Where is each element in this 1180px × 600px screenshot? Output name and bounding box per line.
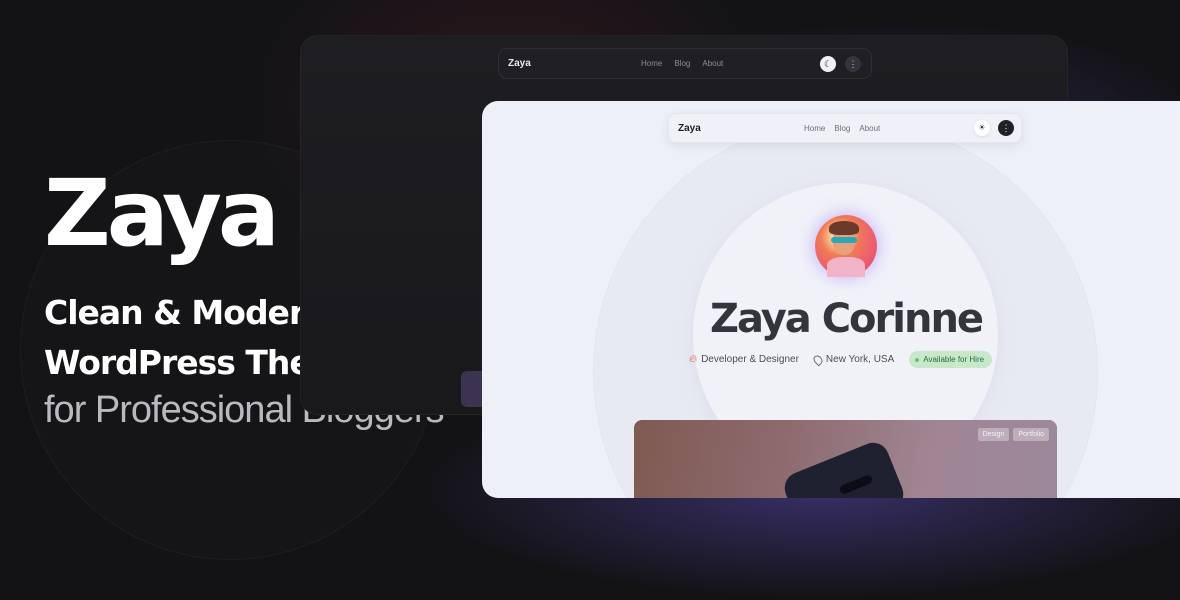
avatar-hair <box>829 221 859 235</box>
light-preview-nav-links: Home Blog About <box>804 124 880 133</box>
light-preview-logo[interactable]: Zaya <box>678 123 701 134</box>
status-dot-icon <box>915 357 920 362</box>
available-for-hire-badge[interactable]: Available for Hire <box>909 351 993 368</box>
profile-meta: 🔥︎ Developer & Designer New York, USA Av… <box>689 351 993 368</box>
profile-name: Zaya Corinne <box>709 296 984 342</box>
sun-icon[interactable]: ☀ <box>974 120 990 136</box>
dark-preview-nav-links: Home Blog About <box>641 59 723 68</box>
moon-icon[interactable]: ☾ <box>820 56 836 72</box>
light-nav-blog[interactable]: Blog <box>834 124 850 133</box>
tag-portfolio[interactable]: Portfolio <box>1013 428 1049 441</box>
dark-preview-edge <box>461 371 483 407</box>
dark-nav-about[interactable]: About <box>702 59 723 68</box>
light-theme-preview: Zaya Home Blog About ☀ ⋮ Zaya Corinne 🔥︎… <box>482 101 1180 498</box>
post-tags: Design Portfolio <box>977 428 1049 441</box>
location-pin-icon <box>811 353 825 366</box>
more-icon[interactable]: ⋮ <box>998 120 1014 136</box>
dark-nav-home[interactable]: Home <box>641 59 662 68</box>
dark-preview-logo[interactable]: Zaya <box>508 58 531 69</box>
fire-icon: 🔥︎ <box>689 353 698 365</box>
dark-nav-blog[interactable]: Blog <box>674 59 690 68</box>
light-nav-home[interactable]: Home <box>804 124 825 133</box>
avatar-shirt <box>827 257 865 277</box>
profile-role: 🔥︎ Developer & Designer <box>689 353 799 366</box>
featured-post-card[interactable]: Design Portfolio <box>634 420 1057 498</box>
profile-role-text: Developer & Designer <box>701 354 799 365</box>
light-nav-about[interactable]: About <box>859 124 880 133</box>
profile-location-text: New York, USA <box>825 354 895 365</box>
dark-preview-navbar: Zaya Home Blog About ☾ ⋮ <box>498 48 872 79</box>
light-preview-navbar: Zaya Home Blog About ☀ ⋮ <box>668 113 1022 143</box>
available-for-hire-text: Available for Hire <box>923 355 985 364</box>
more-icon[interactable]: ⋮ <box>845 56 861 72</box>
profile-location: New York, USA <box>811 353 895 366</box>
avatar <box>815 215 877 277</box>
avatar-glasses <box>831 237 857 243</box>
tag-design[interactable]: Design <box>977 428 1010 441</box>
